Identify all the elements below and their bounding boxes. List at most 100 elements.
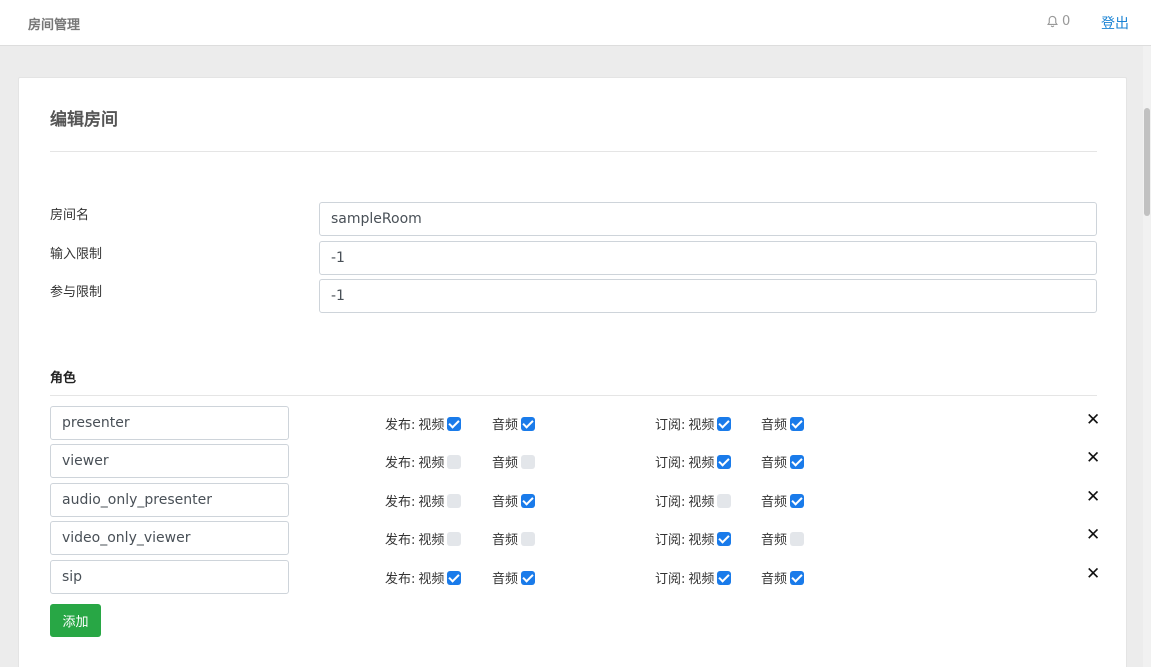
publish-audio-group: 音频	[492, 568, 536, 587]
subscribe-video-group: 订阅: 视频	[655, 529, 732, 548]
audio-label: 音频	[761, 456, 788, 471]
subscribe-audio-checkbox[interactable]	[790, 531, 805, 546]
publish-audio-group: 音频	[492, 529, 536, 548]
role-row: 发布: 视频 音频 订阅: 视频 音频 ✕	[50, 521, 1100, 555]
video-label: 视频	[688, 572, 715, 587]
publish-audio-group: 音频	[492, 491, 536, 510]
bell-icon	[1047, 15, 1058, 28]
publish-video-checkbox[interactable]	[447, 493, 462, 508]
add-role-button[interactable]: 添加	[50, 604, 101, 637]
logout-link[interactable]: 登出	[1101, 13, 1129, 33]
subscribe-audio-group: 音频	[761, 491, 805, 510]
subscribe-video-checkbox[interactable]	[717, 416, 732, 431]
publish-video-group: 发布: 视频	[385, 568, 462, 587]
publish-audio-checkbox[interactable]	[521, 416, 536, 431]
delete-role-icon[interactable]: ✕	[1086, 450, 1100, 467]
audio-label: 音频	[492, 533, 519, 548]
subscribe-video-group: 订阅: 视频	[655, 491, 732, 510]
input-limit-input[interactable]	[319, 241, 1097, 275]
audio-label: 音频	[761, 495, 788, 510]
subscribe-video-group: 订阅: 视频	[655, 568, 732, 587]
publish-label: 发布:	[385, 495, 416, 510]
publish-video-checkbox[interactable]	[447, 531, 462, 546]
subscribe-audio-checkbox[interactable]	[790, 493, 805, 508]
subscribe-video-checkbox[interactable]	[717, 570, 732, 585]
publish-video-checkbox[interactable]	[447, 416, 462, 431]
publish-audio-group: 音频	[492, 452, 536, 471]
role-name-input[interactable]	[50, 560, 289, 594]
audio-label: 音频	[761, 572, 788, 587]
video-label: 视频	[688, 418, 715, 433]
subscribe-video-group: 订阅: 视频	[655, 414, 732, 433]
top-navbar: 房间管理 0 登出	[0, 0, 1151, 46]
publish-audio-checkbox[interactable]	[521, 570, 536, 585]
role-row: 发布: 视频 音频 订阅: 视频 音频 ✕	[50, 483, 1100, 517]
role-row: 发布: 视频 音频 订阅: 视频 音频 ✕	[50, 560, 1100, 594]
role-name-input[interactable]	[50, 521, 289, 555]
input-limit-label: 输入限制	[50, 247, 103, 262]
page-scrollbar[interactable]	[1143, 46, 1151, 667]
video-label: 视频	[418, 533, 445, 548]
subscribe-video-checkbox[interactable]	[717, 454, 732, 469]
audio-label: 音频	[492, 495, 519, 510]
scrollbar-thumb[interactable]	[1144, 108, 1150, 216]
subscribe-audio-group: 音频	[761, 568, 805, 587]
roles-divider	[50, 395, 1097, 396]
subscribe-audio-group: 音频	[761, 529, 805, 548]
publish-video-group: 发布: 视频	[385, 414, 462, 433]
video-label: 视频	[418, 572, 445, 587]
edit-room-card: 编辑房间 房间名 输入限制 参与限制 角色 发布: 视频 音频 订阅: 视频 音…	[18, 77, 1127, 667]
subscribe-video-group: 订阅: 视频	[655, 452, 732, 471]
room-name-label: 房间名	[50, 208, 90, 223]
video-label: 视频	[418, 418, 445, 433]
delete-role-icon[interactable]: ✕	[1086, 412, 1100, 429]
publish-video-group: 发布: 视频	[385, 529, 462, 548]
subscribe-audio-group: 音频	[761, 414, 805, 433]
delete-role-icon[interactable]: ✕	[1086, 566, 1100, 583]
publish-label: 发布:	[385, 572, 416, 587]
publish-video-checkbox[interactable]	[447, 454, 462, 469]
subscribe-label: 订阅:	[655, 495, 686, 510]
role-name-input[interactable]	[50, 406, 289, 440]
subscribe-audio-checkbox[interactable]	[790, 570, 805, 585]
delete-role-icon[interactable]: ✕	[1086, 527, 1100, 544]
audio-label: 音频	[492, 418, 519, 433]
subscribe-video-checkbox[interactable]	[717, 493, 732, 508]
audio-label: 音频	[492, 572, 519, 587]
subscribe-label: 订阅:	[655, 456, 686, 471]
video-label: 视频	[418, 456, 445, 471]
title-divider	[50, 151, 1097, 152]
role-row: 发布: 视频 音频 订阅: 视频 音频 ✕	[50, 406, 1100, 440]
subscribe-video-checkbox[interactable]	[717, 531, 732, 546]
video-label: 视频	[418, 495, 445, 510]
roles-section-title: 角色	[50, 371, 77, 386]
publish-video-checkbox[interactable]	[447, 570, 462, 585]
audio-label: 音频	[761, 533, 788, 548]
publish-audio-checkbox[interactable]	[521, 531, 536, 546]
publish-label: 发布:	[385, 456, 416, 471]
audio-label: 音频	[761, 418, 788, 433]
publish-video-group: 发布: 视频	[385, 491, 462, 510]
notification-count: 0	[1062, 14, 1071, 29]
subscribe-label: 订阅:	[655, 572, 686, 587]
role-row: 发布: 视频 音频 订阅: 视频 音频 ✕	[50, 444, 1100, 478]
role-name-input[interactable]	[50, 444, 289, 478]
video-label: 视频	[688, 456, 715, 471]
role-name-input[interactable]	[50, 483, 289, 517]
participant-limit-input[interactable]	[319, 279, 1097, 313]
room-name-input[interactable]	[319, 202, 1097, 236]
subscribe-label: 订阅:	[655, 418, 686, 433]
delete-role-icon[interactable]: ✕	[1086, 489, 1100, 506]
page-title: 编辑房间	[50, 110, 118, 130]
subscribe-audio-checkbox[interactable]	[790, 416, 805, 431]
notification-indicator[interactable]: 0	[1046, 14, 1070, 29]
publish-audio-checkbox[interactable]	[521, 493, 536, 508]
subscribe-audio-checkbox[interactable]	[790, 454, 805, 469]
brand-title[interactable]: 房间管理	[28, 14, 80, 33]
video-label: 视频	[688, 533, 715, 548]
subscribe-label: 订阅:	[655, 533, 686, 548]
publish-label: 发布:	[385, 418, 416, 433]
publish-label: 发布:	[385, 533, 416, 548]
publish-audio-checkbox[interactable]	[521, 454, 536, 469]
subscribe-audio-group: 音频	[761, 452, 805, 471]
